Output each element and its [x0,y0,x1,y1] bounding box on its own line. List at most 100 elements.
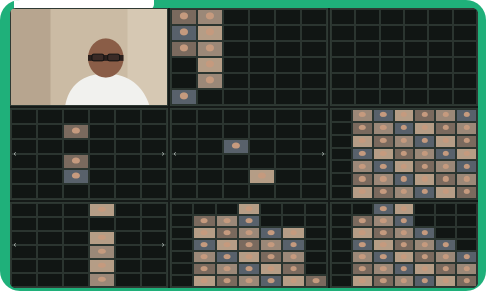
participant-tile[interactable] [37,124,63,139]
participant-tile[interactable] [115,231,141,245]
chevron-left-icon[interactable]: ‹ [12,149,18,159]
chevron-left-icon[interactable]: ‹ [12,240,18,250]
participant-tile[interactable] [37,169,63,184]
participant-video-tile[interactable] [372,251,394,263]
participant-tile[interactable] [63,273,89,287]
participant-tile[interactable] [89,154,115,169]
participant-video-tile[interactable] [456,121,477,135]
participant-tile[interactable] [141,169,167,184]
participant-tile[interactable] [115,124,141,139]
participant-video-tile[interactable] [215,251,238,263]
participant-tile[interactable] [197,169,223,184]
participant-video-tile[interactable] [351,160,373,174]
participant-tile[interactable] [115,154,141,169]
participant-tile[interactable] [452,89,477,105]
participant-tile[interactable] [115,245,141,259]
participant-video-tile[interactable] [215,275,238,287]
participant-tile[interactable] [63,259,89,273]
participant-video-tile[interactable] [89,273,115,287]
participant-tile[interactable] [89,217,115,231]
participant-tile[interactable] [37,203,63,217]
participant-tile[interactable] [379,25,404,41]
participant-tile[interactable] [304,263,327,275]
participant-tile[interactable] [275,124,301,139]
participant-video-tile[interactable] [304,275,327,287]
participant-tile[interactable] [63,109,89,124]
participant-tile[interactable] [331,121,352,135]
participant-video-tile[interactable] [351,251,373,263]
participant-video-tile[interactable] [351,275,373,287]
participant-tile[interactable] [331,215,352,227]
participant-tile[interactable] [197,139,223,154]
participant-video-tile[interactable] [223,139,249,154]
participant-video-tile[interactable] [372,275,394,287]
participant-tile[interactable] [141,184,167,199]
participant-tile[interactable] [404,73,429,89]
participant-video-tile[interactable] [237,227,261,239]
participant-video-tile[interactable] [456,251,477,263]
participant-tile[interactable] [301,25,327,41]
participant-tile[interactable] [249,154,275,169]
participant-tile[interactable] [414,215,436,227]
participant-video-tile[interactable] [351,109,373,122]
participant-tile[interactable] [275,109,301,124]
participant-tile[interactable] [456,203,477,215]
participant-video-tile[interactable] [393,160,415,174]
participant-tile[interactable] [301,89,327,105]
participant-tile[interactable] [249,124,275,139]
participant-tile[interactable] [223,25,249,41]
participant-video-tile[interactable] [456,134,477,148]
participant-tile[interactable] [171,275,194,287]
participant-tile[interactable] [275,73,301,89]
participant-tile[interactable] [435,227,457,239]
participant-video-tile[interactable] [351,134,373,148]
participant-tile[interactable] [331,173,352,187]
participant-tile[interactable] [223,184,249,199]
participant-tile[interactable] [379,57,404,73]
participant-tile[interactable] [452,73,477,89]
participant-tile[interactable] [304,239,327,251]
participant-tile[interactable] [63,184,89,199]
participant-tile[interactable] [331,109,352,122]
participant-video-tile[interactable] [372,160,394,174]
participant-tile[interactable] [301,57,327,73]
participant-tile[interactable] [171,57,197,73]
participant-tile[interactable] [304,227,327,239]
participant-tile[interactable] [452,57,477,73]
participant-tile[interactable] [223,57,249,73]
participant-video-tile[interactable] [193,275,216,287]
participant-video-tile[interactable] [193,239,216,251]
participant-tile[interactable] [379,73,404,89]
participant-video-tile[interactable] [260,263,283,275]
participant-tile[interactable] [37,245,63,259]
participant-tile[interactable] [249,73,275,89]
participant-tile[interactable] [171,169,197,184]
participant-video-tile[interactable] [435,121,457,135]
participant-video-tile[interactable] [237,275,261,287]
participant-video-tile[interactable] [89,231,115,245]
participant-tile[interactable] [275,41,301,57]
chevron-right-icon[interactable]: › [320,149,326,159]
participant-tile[interactable] [249,25,275,41]
participant-tile[interactable] [301,73,327,89]
participant-tile[interactable] [355,9,380,25]
participant-tile[interactable] [331,73,356,89]
participant-tile[interactable] [115,217,141,231]
participant-tile[interactable] [171,263,194,275]
participant-video-tile[interactable] [260,239,283,251]
participant-tile[interactable] [428,25,453,41]
participant-tile[interactable] [141,109,167,124]
participant-tile[interactable] [452,9,477,25]
participant-video-tile[interactable] [351,121,373,135]
participant-tile[interactable] [223,73,249,89]
participant-video-tile[interactable] [372,147,394,161]
participant-tile[interactable] [355,73,380,89]
participant-tile[interactable] [63,245,89,259]
participant-tile[interactable] [275,57,301,73]
participant-video-tile[interactable] [282,275,305,287]
participant-tile[interactable] [37,154,63,169]
participant-tile[interactable] [37,109,63,124]
participant-video-tile[interactable] [215,227,238,239]
participant-tile[interactable] [63,203,89,217]
participant-tile[interactable] [171,124,197,139]
